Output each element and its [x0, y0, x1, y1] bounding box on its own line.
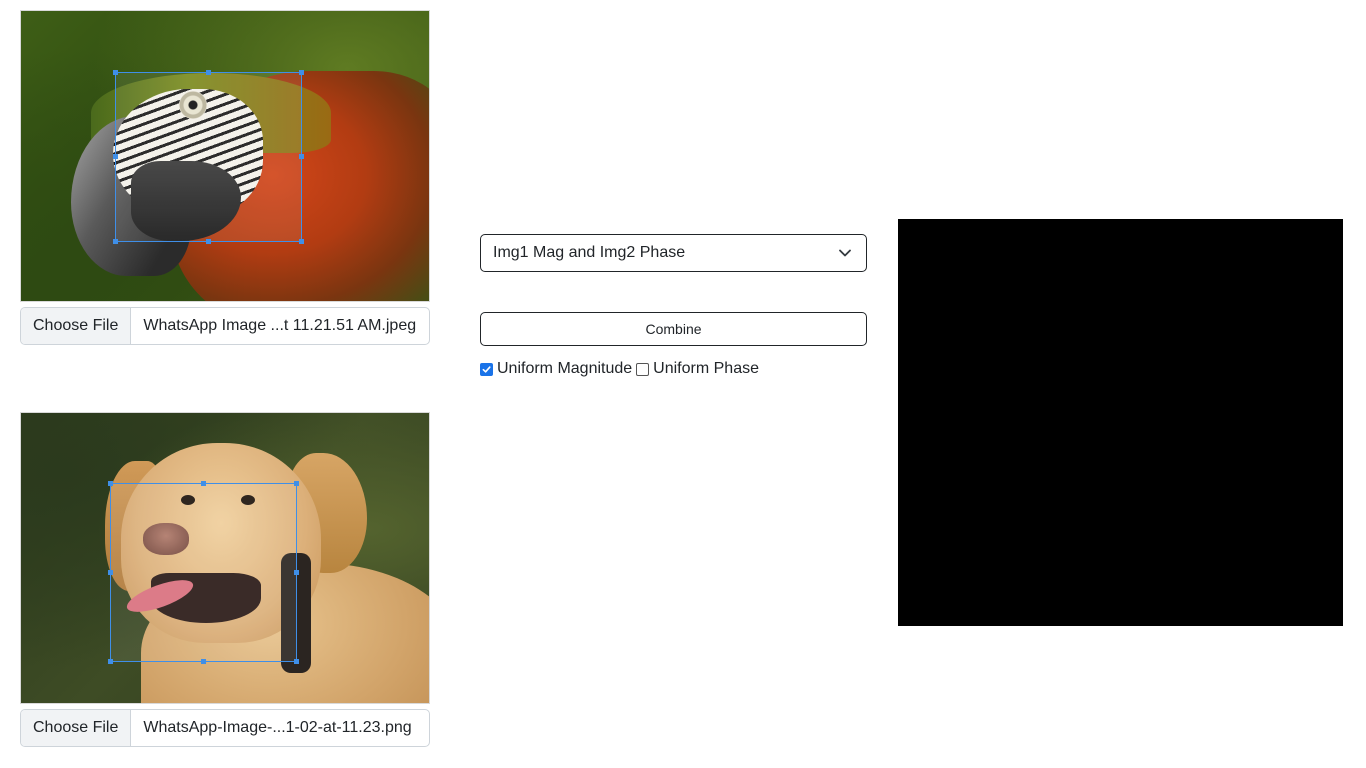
image2-crop-selection[interactable] — [108, 481, 299, 664]
image2-preview — [20, 412, 430, 704]
crop-handle-bottom-right[interactable] — [299, 239, 304, 244]
check-icon — [482, 365, 491, 373]
image1-file-input[interactable]: Choose File WhatsApp Image ...t 11.21.51… — [20, 307, 430, 345]
crop-handle-bottom[interactable] — [205, 239, 211, 244]
mode-select-value: Img1 Mag and Img2 Phase — [493, 244, 686, 261]
image1-choose-file-button[interactable]: Choose File — [21, 308, 132, 344]
uniform-magnitude-label[interactable]: Uniform Magnitude — [497, 360, 632, 378]
image2-choose-file-button[interactable]: Choose File — [21, 710, 132, 746]
crop-handle-bottom-right[interactable] — [294, 659, 299, 664]
crop-handle-bottom-left[interactable] — [108, 659, 113, 664]
crop-handle-right[interactable] — [299, 154, 304, 159]
uniform-options: Uniform Magnitude Uniform Phase — [480, 360, 763, 378]
crop-handle-top-left[interactable] — [113, 70, 118, 75]
crop-handle-top[interactable] — [200, 481, 206, 486]
crop-handle-left[interactable] — [108, 569, 113, 575]
image1-file-name: WhatsApp Image ...t 11.21.51 AM.jpeg — [143, 317, 417, 334]
combine-button[interactable]: Combine — [480, 312, 867, 346]
image2-file-input[interactable]: Choose File WhatsApp-Image-...1-02-at-11… — [20, 709, 430, 747]
crop-handle-top[interactable] — [205, 70, 211, 75]
mode-select[interactable]: Img1 Mag and Img2 Phase — [480, 234, 867, 272]
crop-handle-right[interactable] — [294, 569, 299, 575]
uniform-phase-checkbox[interactable] — [636, 362, 650, 376]
image1-crop-selection[interactable] — [113, 70, 304, 244]
uniform-phase-label[interactable]: Uniform Phase — [653, 360, 759, 378]
crop-handle-bottom[interactable] — [200, 659, 206, 664]
chevron-down-icon — [838, 246, 852, 260]
crop-handle-top-right[interactable] — [299, 70, 304, 75]
crop-handle-left[interactable] — [113, 154, 118, 159]
image2-file-name: WhatsApp-Image-...1-02-at-11.23.png — [143, 719, 412, 736]
crop-handle-top-right[interactable] — [294, 481, 299, 486]
page: Choose File WhatsApp Image ...t 11.21.51… — [0, 0, 1366, 768]
crop-handle-bottom-left[interactable] — [113, 239, 118, 244]
image1-preview — [20, 10, 430, 302]
crop-handle-top-left[interactable] — [108, 481, 113, 486]
uniform-magnitude-checkbox[interactable] — [480, 362, 493, 376]
output-image-canvas — [898, 219, 1343, 626]
